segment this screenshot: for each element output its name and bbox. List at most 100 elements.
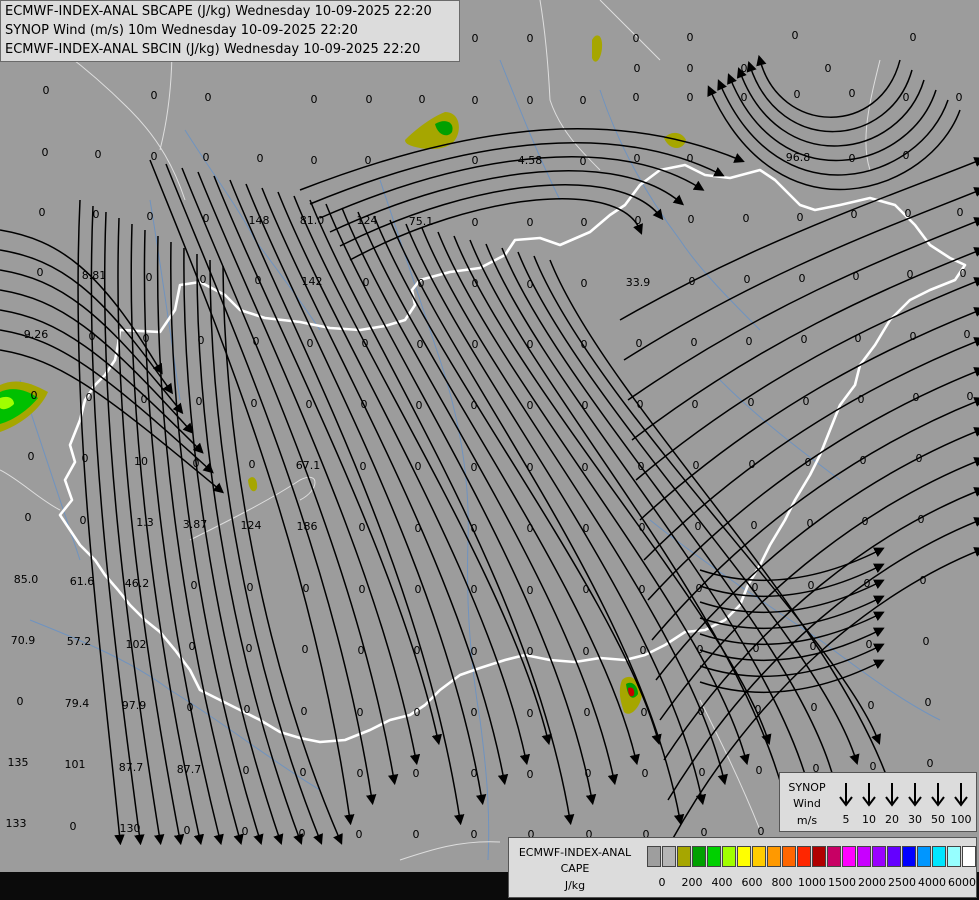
cape-value-label: 0 [527,584,534,597]
cape-value-label: 0 [640,644,647,657]
cape-legend-swatch [692,846,706,867]
cape-value-label: 0 [242,825,249,838]
cape-value-label: 0 [744,273,751,286]
weather-map[interactable]: 0 0 0 0 0 0 0 0 0 0 0 0 0 0 0 0 0 0 0 0 0 0 0 0 0 0 0 0 0 0 0 0 0 0 0 4.58 0… [0,0,979,900]
cape-value-label: 0 [687,91,694,104]
cape-value-label: 0 [633,32,640,45]
wind-legend-arrow-icon [839,783,853,807]
cape-value-label: 0 [634,152,641,165]
cape-value-label: 0 [80,514,87,527]
cape-value-label: 0 [687,62,694,75]
cape-value-label: 133 [6,817,27,830]
cape-value-label: 61.6 [70,575,95,588]
cape-value-label: 0 [960,267,967,280]
cape-value-label: 0 [746,335,753,348]
cape-value-label: 0 [851,208,858,221]
cape-value-label: 0 [799,272,806,285]
cape-value-label: 0 [356,828,363,841]
cape-legend-swatch [737,846,751,867]
cape-value-label: 87.7 [177,763,202,776]
cape-value-label: 0 [303,582,310,595]
cape-legend-swatch [902,846,916,867]
cape-value-label: 0 [849,87,856,100]
cape-value-label: 0 [39,206,46,219]
wind-legend-value: 20 [885,813,899,826]
cape-value-label: 0 [249,458,256,471]
cape-value-label: 97.9 [122,699,147,712]
cape-value-label: 0 [581,216,588,229]
cape-legend-swatch [947,846,961,867]
cape-value-label: 0 [257,152,264,165]
cape-legend-swatch [962,846,976,867]
cape-value-label: 0 [910,330,917,343]
cape-value-label: 124 [357,214,378,227]
cape-value-label: 8.81 [82,269,107,282]
cape-value-label: 46.2 [125,577,150,590]
map-title-box: ECMWF-INDEX-ANAL SBCAPE (J/kg) Wednesday… [0,0,460,62]
cape-value-label: 0 [301,705,308,718]
cape-legend-swatch [677,846,691,867]
cape-value-label: 0 [43,84,50,97]
cape-value-label: 0 [414,706,421,719]
cape-legend-value: 0 [658,876,666,889]
cape-value-label: 0 [471,583,478,596]
cape-value-label: 0 [907,268,914,281]
cape-value-label: 0 [697,643,704,656]
cape-value-label: 0 [307,337,314,350]
cape-value-label: 0 [582,461,589,474]
title-synop-wind: SYNOP Wind (m/s) 10m Wednesday 10-09-202… [5,23,358,38]
cape-value-label: 0 [692,398,699,411]
cape-value-label: 0 [696,582,703,595]
map-background [0,0,979,900]
cape-value-label: 0 [42,146,49,159]
cape-legend-swatch [707,846,721,867]
cape-value-label: 0 [527,645,534,658]
cape-value-label: 1.3 [136,516,154,529]
cape-value-label: 0 [151,89,158,102]
cape-value-label: 0 [866,638,873,651]
cape-value-label: 0 [299,827,306,840]
cape-value-label: 0 [198,334,205,347]
cape-legend-subtitle: CAPE [560,862,590,875]
cape-legend-value: 2500 [888,876,916,889]
cape-value-label: 0 [903,91,910,104]
cape-value-label: 0 [688,213,695,226]
cape-value-label: 0 [415,460,422,473]
cape-value-label: 0 [361,398,368,411]
cape-value-label: 0 [956,91,963,104]
cape-value-label: 75.1 [409,215,434,228]
cape-legend-value: 200 [681,876,703,889]
cape-value-label: 0 [253,335,260,348]
cape-value-label: 0 [698,705,705,718]
cape-value-label: 101 [65,758,86,771]
cape-value-label: 0 [583,583,590,596]
cape-value-label: 0 [634,62,641,75]
cape-value-label: 0 [363,276,370,289]
cape-value-label: 0 [143,332,150,345]
cape-value-label: 0 [471,767,478,780]
cape-value-label: 0 [920,574,927,587]
cape-value-label: 96.8 [786,151,811,164]
cape-value-label: 0 [825,62,832,75]
cape-value-label: 0 [756,764,763,777]
cape-value-label: 0 [741,91,748,104]
cape-value-label: 0 [903,149,910,162]
cape-legend-value: 600 [741,876,763,889]
cape-value-label: 0 [86,391,93,404]
cape-value-label: 0 [849,152,856,165]
cape-value-label: 0 [151,150,158,163]
cape-value-label: 0 [527,461,534,474]
title-sbcape: ECMWF-INDEX-ANAL SBCAPE (J/kg) Wednesday… [5,4,432,19]
wind-legend-arrow-icon [862,783,876,807]
title-sbcin: ECMWF-INDEX-ANAL SBCIN (J/kg) Wednesday … [5,42,421,57]
cape-value-label: 0 [472,216,479,229]
cape-value-label: 0 [415,522,422,535]
cape-value-label: 0 [918,513,925,526]
cape-value-label: 85.0 [14,573,39,586]
wind-legend: SYNOP Wind m/s 5 10 20 30 50 100 [779,772,977,832]
cape-value-label: 0 [413,828,420,841]
cape-value-label: 0 [810,640,817,653]
cape-value-label: 0 [916,452,923,465]
cape-value-label: 33.9 [626,276,651,289]
cape-value-label: 0 [472,94,479,107]
